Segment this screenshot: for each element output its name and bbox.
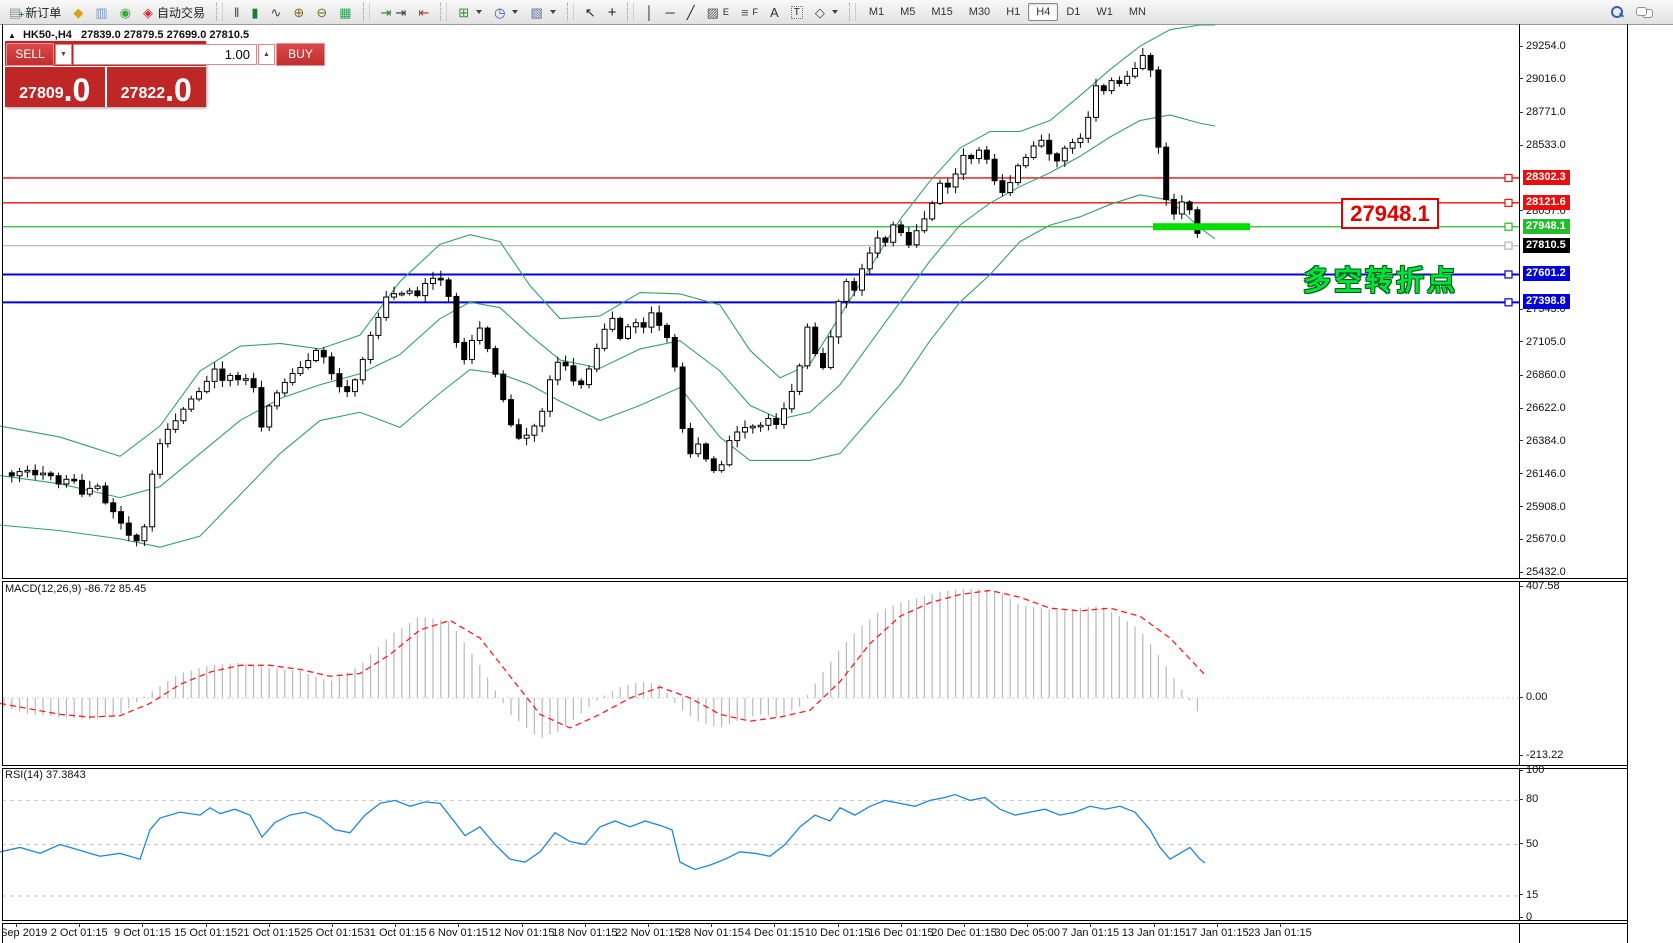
time-tick: [774, 923, 775, 927]
time-tick: [332, 923, 333, 927]
price-tick: 25432.0: [1519, 566, 1566, 578]
time-tick: [1280, 923, 1281, 927]
price-tick: 28533.0: [1519, 139, 1566, 151]
price-level-label: 27810.5: [1523, 238, 1570, 253]
macd-histogram: [4, 589, 1197, 738]
time-tick: [585, 923, 586, 927]
pane-divider-rsi[interactable]: [2, 765, 1627, 769]
price-tick: 26622.0: [1519, 402, 1566, 414]
price-tick: 27105.0: [1519, 336, 1566, 348]
chart-symbol: HK50-,H4: [23, 29, 72, 41]
time-tick: [522, 923, 523, 927]
spin-down-icon: ▼: [60, 51, 67, 58]
rsi-line: [0, 795, 1205, 870]
price-level-label: 28121.6: [1523, 195, 1570, 210]
sell-button[interactable]: SELL: [6, 43, 54, 66]
price-level-label: 27948.1: [1523, 219, 1570, 234]
time-tick: [648, 923, 649, 927]
one-click-trade-panel: SELL ▼ ▲ BUY 27809.0 27822.0: [5, 41, 206, 107]
price-tick: 29016.0: [1519, 73, 1566, 85]
turning-point-note[interactable]: 多空转折点: [1303, 259, 1458, 299]
rsi-tick: 100: [1519, 764, 1544, 776]
rsi-label: RSI(14) 37.3843: [5, 769, 86, 781]
time-tick: [1027, 923, 1028, 927]
time-tick: [142, 923, 143, 927]
macd-tick: 407.58: [1519, 580, 1560, 592]
price-tick: 26384.0: [1519, 435, 1566, 447]
rsi-tick: 0: [1519, 911, 1532, 923]
pane-divider-macd[interactable]: [2, 578, 1627, 582]
time-tick: [964, 923, 965, 927]
volume-input[interactable]: [73, 44, 257, 65]
price-tick: 25908.0: [1519, 501, 1566, 513]
macd-tick: -213.22: [1519, 749, 1563, 761]
time-tick: [395, 923, 396, 927]
time-tick: [16, 923, 17, 927]
chart-window-edge: [1627, 24, 1628, 943]
time-tick: [79, 923, 80, 927]
candles: [9, 48, 1200, 547]
time-tick: [838, 923, 839, 927]
macd-tick: 0.00: [1519, 691, 1547, 703]
collapse-arrow-icon[interactable]: ▲: [8, 31, 16, 40]
macd-label: MACD(12,26,9) -86.72 85.45: [5, 583, 146, 595]
time-axis[interactable]: 25 Sep 20192 Oct 01:159 Oct 01:1515 Oct …: [2, 923, 1519, 943]
highlight-segment[interactable]: [1153, 223, 1250, 230]
chart-ohlc-values: 27839.0 27879.5 27699.0 27810.5: [81, 29, 249, 41]
price-level-label: 28302.3: [1523, 170, 1570, 185]
bollinger-middle: [0, 115, 1215, 498]
bollinger-lower: [0, 195, 1215, 547]
time-label: 23 Jan 01:15: [1235, 927, 1325, 939]
rsi-tick: 15: [1519, 889, 1538, 901]
price-tick: 25670.0: [1519, 533, 1566, 545]
buy-price[interactable]: 27822.0: [107, 67, 207, 107]
buy-button[interactable]: BUY: [276, 43, 325, 66]
price-callout[interactable]: 27948.1: [1341, 198, 1439, 229]
time-tick: [1090, 923, 1091, 927]
price-level-label: 27601.2: [1523, 266, 1570, 281]
time-tick: [269, 923, 270, 927]
price-tick: 29254.0: [1519, 40, 1566, 52]
time-tick: [458, 923, 459, 927]
volume-up-button[interactable]: ▲: [258, 44, 275, 65]
spin-up-icon: ▲: [263, 51, 270, 58]
time-tick: [901, 923, 902, 927]
rsi-levels: [2, 800, 1519, 896]
time-tick: [1217, 923, 1218, 927]
price-axis[interactable]: 29254.029016.028771.028533.028057.027343…: [1519, 24, 1627, 921]
rsi-tick: 80: [1519, 793, 1538, 805]
macd-signal-line: [0, 590, 1205, 728]
price-tick: 28771.0: [1519, 106, 1566, 118]
chart-frame-left: [2, 24, 3, 943]
volume-down-button[interactable]: ▼: [55, 44, 72, 65]
price-level-label: 27398.8: [1523, 294, 1570, 309]
rsi-tick: 50: [1519, 838, 1538, 850]
price-tick: 26146.0: [1519, 468, 1566, 480]
chart-canvas[interactable]: [0, 0, 1673, 943]
chart-title: ▲ HK50-,H4 27839.0 27879.5 27699.0 27810…: [8, 29, 249, 41]
time-tick: [206, 923, 207, 927]
time-tick: [711, 923, 712, 927]
price-level-lines: [2, 174, 1519, 305]
time-tick: [1154, 923, 1155, 927]
price-tick: 26860.0: [1519, 369, 1566, 381]
sell-price[interactable]: 27809.0: [5, 67, 105, 107]
